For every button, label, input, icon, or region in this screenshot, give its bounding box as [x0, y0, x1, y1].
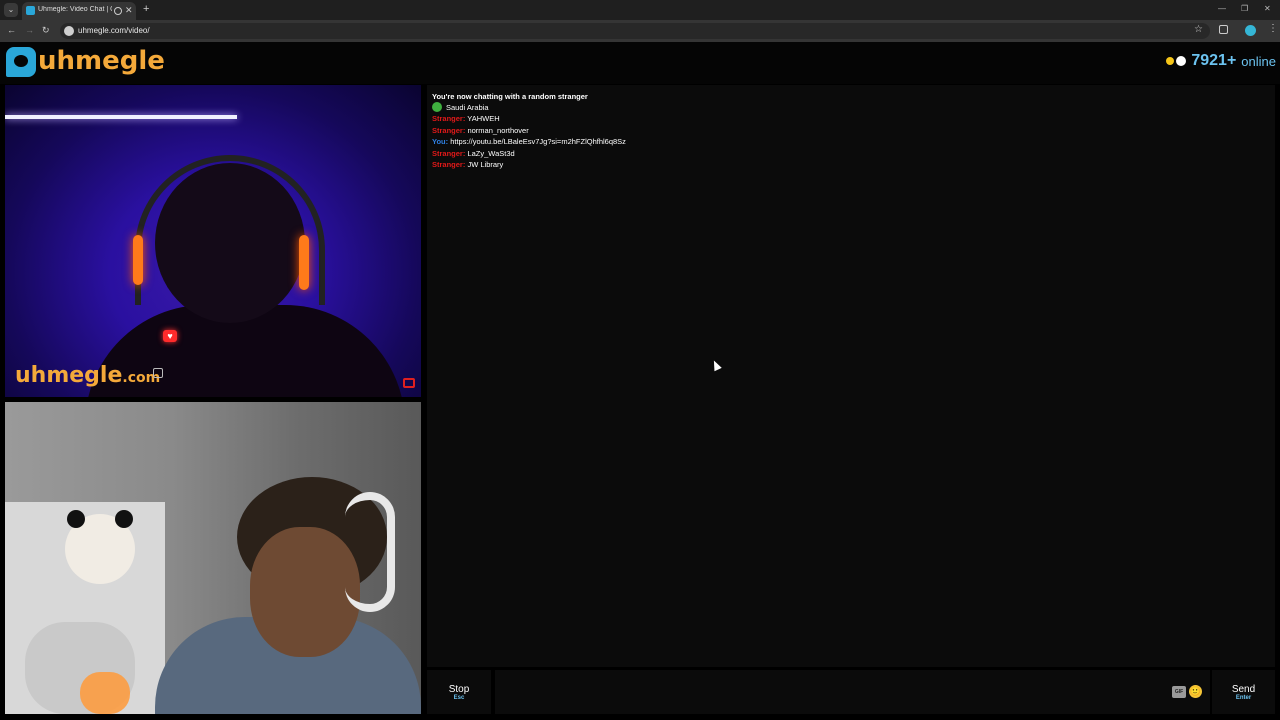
online-counter: 7921+ online	[1166, 52, 1276, 70]
gif-button[interactable]: GIF	[1172, 686, 1186, 698]
panda-ear-left	[67, 510, 85, 528]
headset-glow-left	[133, 235, 143, 285]
status-dot-yellow-icon	[1166, 57, 1175, 65]
browser-tab-bar: ⌄ Uhmegle: Video Chat | Om ✕ + — ❐ ✕	[0, 0, 1280, 20]
message-input[interactable]	[495, 670, 1210, 714]
message-sender: Stranger:	[432, 149, 466, 158]
message-text: YAHWEH	[467, 114, 500, 123]
chat-message: Stranger: YAHWEH	[432, 114, 500, 123]
message-sender: Stranger:	[432, 114, 466, 123]
chat-message: You: https://youtu.be/LBaleEsv7Jg?si=m2h…	[432, 137, 626, 146]
message-link[interactable]: https://youtu.be/LBaleEsv7Jg?si=m2hFZlQh…	[450, 137, 626, 146]
online-label: online	[1241, 53, 1276, 69]
message-text: LaZy_WaSt3d	[467, 149, 515, 158]
message-text: JW Library	[467, 160, 504, 169]
watermark-text: uhmegle	[15, 363, 123, 388]
stop-button[interactable]: Stop Esc	[427, 670, 491, 714]
stranger-video: ♥ uhmegle.com	[5, 85, 421, 397]
bookmark-star-icon[interactable]: ☆	[1194, 24, 1203, 35]
online-count: 7921+	[1191, 52, 1237, 69]
heart-icon: ♥	[163, 330, 177, 342]
restore-button[interactable]: ❐	[1241, 4, 1248, 13]
message-sender: Stranger:	[432, 160, 466, 169]
self-person-face	[250, 527, 360, 657]
send-label: Send	[1231, 684, 1256, 695]
audio-playing-icon[interactable]	[114, 7, 122, 15]
message-text: norman_northover	[467, 126, 529, 135]
chat-status: You're now chatting with a random strang…	[432, 92, 588, 101]
forward-button[interactable]: →	[25, 25, 34, 35]
url-text[interactable]: uhmegle.com/video/	[78, 26, 150, 35]
address-bar[interactable]: uhmegle.com/video/	[60, 23, 1210, 39]
chat-log[interactable]: You're now chatting with a random strang…	[427, 85, 1275, 667]
screenshot-icon[interactable]	[153, 368, 163, 378]
chat-message: Stranger: norman_northover	[432, 126, 529, 135]
country-line: Saudi Arabia	[432, 102, 489, 112]
new-tab-button[interactable]: +	[143, 3, 149, 15]
tab-title: Uhmegle: Video Chat | Om	[38, 6, 112, 13]
self-headset	[345, 492, 395, 612]
stop-label: Stop	[448, 684, 470, 695]
microphone-light	[80, 672, 130, 714]
country-flag-icon	[432, 102, 442, 112]
minimize-button[interactable]: —	[1218, 4, 1226, 13]
uhmegle-logo-icon[interactable]	[6, 47, 36, 77]
extensions-icon[interactable]	[1219, 25, 1228, 34]
send-button[interactable]: Send Enter	[1212, 670, 1275, 714]
tab-search-icon[interactable]: ⌄	[4, 3, 18, 17]
send-shortcut: Enter	[1235, 695, 1252, 701]
video-watermark: uhmegle.com	[15, 363, 160, 388]
self-video	[5, 402, 421, 714]
reload-button[interactable]: ↻	[42, 25, 50, 36]
report-flag-icon[interactable]	[403, 378, 415, 388]
chat-message: Stranger: JW Library	[432, 160, 503, 169]
led-light-strip	[5, 115, 237, 119]
site-header: uhmegle 7921+ online	[0, 42, 1280, 84]
site-favicon-icon	[26, 6, 35, 15]
profile-avatar[interactable]	[1245, 25, 1256, 36]
browser-toolbar: ← → ↻ uhmegle.com/video/ ☆ ⋮	[0, 20, 1280, 42]
stranger-headset	[135, 155, 325, 305]
status-dot-white-icon	[1176, 56, 1187, 66]
browser-menu-icon[interactable]: ⋮	[1268, 23, 1278, 34]
browser-tab[interactable]: Uhmegle: Video Chat | Om ✕	[22, 2, 136, 20]
country-name: Saudi Arabia	[446, 103, 489, 112]
message-sender: Stranger:	[432, 126, 466, 135]
chat-message: Stranger: LaZy_WaSt3d	[432, 149, 515, 158]
message-sender: You:	[432, 137, 449, 146]
panda-ear-right	[115, 510, 133, 528]
headset-glow-right	[299, 235, 309, 290]
site-info-icon[interactable]	[64, 26, 74, 36]
site-logo-text[interactable]: uhmegle	[38, 46, 165, 76]
emoji-button[interactable]: 🙂	[1189, 685, 1202, 698]
back-button[interactable]: ←	[7, 25, 16, 35]
stop-shortcut: Esc	[453, 695, 465, 701]
close-window-button[interactable]: ✕	[1264, 4, 1271, 13]
tab-close-icon[interactable]: ✕	[125, 5, 133, 16]
